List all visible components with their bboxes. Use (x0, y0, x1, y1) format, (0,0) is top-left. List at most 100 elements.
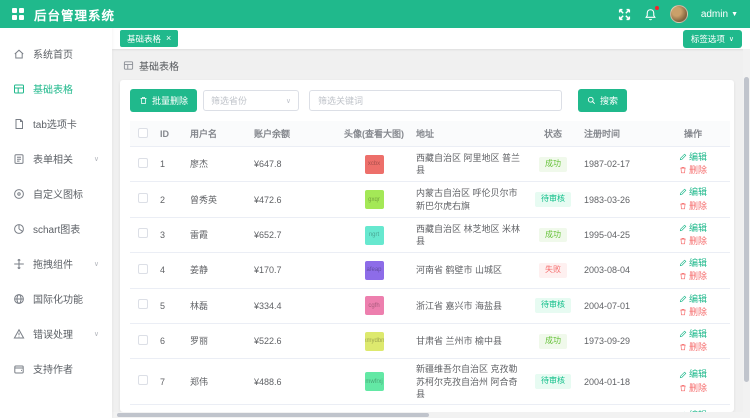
column-header: 注册时间 (580, 121, 656, 147)
edit-button[interactable]: 编辑 (679, 293, 707, 305)
app-header: 后台管理系统 admin ▼ (0, 0, 750, 28)
delete-button[interactable]: 删除 (679, 341, 707, 353)
trash-icon (679, 272, 687, 280)
sidebar-item-label: 国际化功能 (33, 291, 83, 306)
sidebar-item-7[interactable]: 拖拽组件∨ (0, 246, 112, 281)
table-row: 4姜静¥170.7afeap河南省 鹤壁市 山城区失败2003-08-04编辑删… (130, 253, 730, 288)
province-filter-select[interactable]: 筛选省份 ∨ (203, 90, 299, 111)
edit-button[interactable]: 编辑 (679, 257, 707, 269)
row-checkbox[interactable] (138, 335, 148, 345)
delete-button[interactable]: 删除 (679, 235, 707, 247)
row-checkbox[interactable] (138, 299, 148, 309)
tab-close-icon[interactable]: × (166, 34, 171, 43)
username: admin (701, 9, 728, 20)
user-menu[interactable]: admin ▼ (701, 9, 738, 20)
edit-button[interactable]: 编辑 (679, 222, 707, 234)
cell-address: 山西省 太原市 迎泽区 (412, 404, 526, 412)
sidebar-item-5[interactable]: 自定义图标 (0, 176, 112, 211)
status-badge: 待审核 (535, 298, 571, 313)
trash-icon (679, 202, 687, 210)
search-button[interactable]: 搜索 (578, 89, 627, 112)
avatar-thumbnail[interactable]: mwfrxj (365, 372, 384, 391)
avatar-thumbnail[interactable]: afeap (365, 261, 384, 280)
edit-button[interactable]: 编辑 (679, 328, 707, 340)
cell-address: 内蒙古自治区 呼伦贝尔市 新巴尔虎右旗 (412, 182, 526, 217)
tab-basetable[interactable]: 基础表格 × (120, 30, 178, 47)
cell-address: 河南省 鹤壁市 山城区 (412, 253, 526, 288)
row-checkbox[interactable] (138, 228, 148, 238)
cell-username: 曾秀英 (186, 182, 250, 217)
avatar-thumbnail[interactable]: cgfh (365, 296, 384, 315)
edit-icon (679, 188, 687, 196)
delete-label: 删除 (689, 164, 707, 176)
row-checkbox[interactable] (138, 193, 148, 203)
delete-button[interactable]: 删除 (679, 270, 707, 282)
sidebar-item-label: 系统首页 (33, 46, 73, 61)
page-content: 基础表格 批量删除 筛选省份 ∨ (112, 49, 750, 418)
breadcrumb: 基础表格 (123, 58, 734, 73)
row-checkbox[interactable] (138, 375, 148, 385)
sidebar-item-label: schart图表 (33, 221, 80, 236)
edit-button[interactable]: 编辑 (679, 151, 707, 163)
avatar-thumbnail[interactable]: gxqr (365, 190, 384, 209)
vertical-scrollbar-thumb[interactable] (744, 77, 749, 382)
sidebar-item-label: 基础表格 (33, 81, 73, 96)
edit-label: 编辑 (689, 222, 707, 234)
sidebar-item-2[interactable]: 基础表格 (0, 71, 112, 106)
select-all-checkbox[interactable] (138, 128, 148, 138)
tag-options-button[interactable]: 标签选项 ∨ (683, 30, 742, 48)
cell-balance: ¥488.6 (250, 359, 336, 404)
sidebar-item-10[interactable]: 支持作者 (0, 351, 112, 386)
trash-icon (139, 96, 148, 105)
row-checkbox[interactable] (138, 264, 148, 274)
edit-button[interactable]: 编辑 (679, 368, 707, 380)
edit-label: 编辑 (689, 151, 707, 163)
column-header: ID (156, 121, 186, 147)
delete-button[interactable]: 删除 (679, 306, 707, 318)
vertical-scrollbar[interactable] (743, 49, 750, 418)
fullscreen-icon[interactable] (618, 8, 631, 21)
delete-label: 删除 (689, 235, 707, 247)
move-icon (13, 258, 25, 270)
edit-label: 编辑 (689, 257, 707, 269)
sidebar-item-8[interactable]: 国际化功能 (0, 281, 112, 316)
notification-bell-icon[interactable] (644, 8, 657, 21)
status-badge: 待审核 (535, 374, 571, 389)
table-row: 6罗丽¥522.6xmydbn甘肃省 兰州市 榆中县成功1973-09-29编辑… (130, 324, 730, 359)
batch-delete-button[interactable]: 批量删除 (130, 89, 197, 112)
table-row: 7郑伟¥488.6mwfrxj新疆维吾尔自治区 克孜勒苏柯尔克孜自治州 阿合奇县… (130, 359, 730, 404)
delete-button[interactable]: 删除 (679, 164, 707, 176)
sidebar-item-label: tab选项卡 (33, 116, 77, 131)
form-icon (13, 153, 25, 165)
chevron-down-icon: ∨ (94, 330, 99, 338)
delete-button[interactable]: 删除 (679, 382, 707, 394)
sidebar-item-4[interactable]: 表单相关∨ (0, 141, 112, 176)
avatar-thumbnail[interactable]: xcbx (365, 155, 384, 174)
column-header: 账户余额 (250, 121, 336, 147)
edit-button[interactable]: 编辑 (679, 186, 707, 198)
sidebar-item-1[interactable]: 系统首页 (0, 36, 112, 71)
edit-icon (679, 153, 687, 161)
keyword-filter-input[interactable] (309, 90, 562, 111)
sidebar-item-6[interactable]: schart图表 (0, 211, 112, 246)
cell-username: 丁静 (186, 404, 250, 412)
column-header: 用户名 (186, 121, 250, 147)
cell-id: 4 (156, 253, 186, 288)
notification-dot (655, 6, 659, 10)
avatar-thumbnail[interactable]: ngrt (365, 226, 384, 245)
batch-delete-label: 批量删除 (152, 94, 188, 107)
table-toolbar: 批量删除 筛选省份 ∨ 搜索 (130, 89, 724, 112)
row-checkbox[interactable] (138, 158, 148, 168)
sidebar-item-3[interactable]: tab选项卡 (0, 106, 112, 141)
cell-address: 浙江省 嘉兴市 海盐县 (412, 288, 526, 323)
main-area: 基础表格 × 标签选项 ∨ 基础表格 批量删除 (112, 28, 750, 418)
horizontal-scrollbar[interactable] (112, 412, 743, 418)
cell-id: 8 (156, 404, 186, 412)
delete-button[interactable]: 删除 (679, 200, 707, 212)
edit-icon (679, 371, 687, 379)
sidebar-item-label: 拖拽组件 (33, 256, 73, 271)
user-avatar[interactable] (670, 5, 688, 23)
sidebar-item-9[interactable]: 错误处理∨ (0, 316, 112, 351)
horizontal-scrollbar-thumb[interactable] (117, 413, 429, 417)
avatar-thumbnail[interactable]: xmydbn (365, 332, 384, 351)
